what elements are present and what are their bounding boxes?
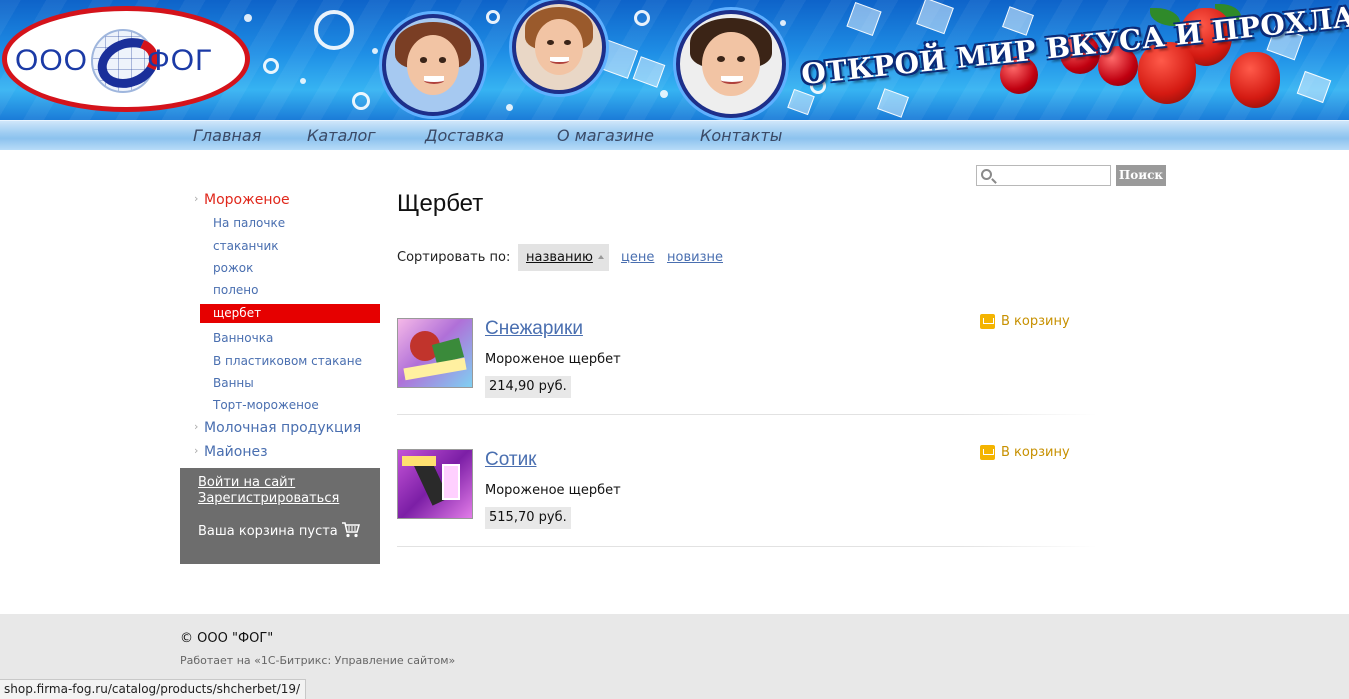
sidebar-sub-tubs[interactable]: Ванны xyxy=(213,376,254,390)
cart-icon[interactable] xyxy=(342,522,360,538)
nav-about[interactable]: О магазине xyxy=(557,126,654,145)
cart-status: Ваша корзина пуста xyxy=(198,524,338,539)
sort-ascending-icon xyxy=(598,255,604,259)
strawberry-decoration xyxy=(1230,52,1280,108)
browser-status-bar: shop.firma-fog.ru/catalog/products/shche… xyxy=(0,679,307,699)
product-name-link[interactable]: Сотик xyxy=(485,449,537,471)
sidebar-sub-plastic-cup[interactable]: В пластиковом стакане xyxy=(213,354,362,368)
sidebar-category-label: Майонез xyxy=(204,444,268,460)
sort-option-label: названию xyxy=(526,250,593,265)
register-link[interactable]: Зарегистрироваться xyxy=(198,491,339,506)
company-logo[interactable]: ООО ФОГ xyxy=(2,6,250,112)
bubble-decoration xyxy=(314,10,354,50)
powered-by-text: Работает на «1С-Битрикс: Управление сайт… xyxy=(180,654,456,667)
add-to-basket-label: В корзину xyxy=(1001,445,1070,460)
sidebar-category-ice-cream[interactable]: › Мороженое xyxy=(194,192,290,208)
page-title: Щербет xyxy=(397,190,484,217)
arrow-icon: › xyxy=(194,444,199,457)
bubble-decoration xyxy=(263,58,279,74)
arrow-icon: › xyxy=(194,192,199,205)
search-button[interactable]: Поиск xyxy=(1116,165,1166,186)
nav-contacts[interactable]: Контакты xyxy=(700,126,782,145)
sort-by-name[interactable]: названию xyxy=(518,244,609,271)
bubble-dot xyxy=(300,78,306,84)
product-name-link[interactable]: Снежарики xyxy=(485,318,583,340)
product-description: Мороженое щербет xyxy=(485,483,621,498)
bubble-decoration xyxy=(486,10,500,24)
search-input[interactable] xyxy=(976,165,1111,186)
product-image[interactable] xyxy=(397,318,473,388)
sort-label: Сортировать по: xyxy=(397,250,511,265)
banner-photo-girl xyxy=(382,14,484,116)
add-to-basket-label: В корзину xyxy=(1001,314,1070,329)
arrow-icon: › xyxy=(194,420,199,433)
sidebar-sub-cone[interactable]: рожок xyxy=(213,261,253,275)
bubble-dot xyxy=(660,90,668,98)
logo-text-left: ООО xyxy=(15,44,89,77)
product-card: Сотик Мороженое щербет 515,70 руб. В кор… xyxy=(397,445,1097,569)
sidebar-category-mayonnaise[interactable]: › Майонез xyxy=(194,444,268,460)
banner-photo-boy xyxy=(512,0,606,94)
sidebar-category-dairy[interactable]: › Молочная продукция xyxy=(194,420,362,436)
nav-delivery[interactable]: Доставка xyxy=(425,126,504,145)
nav-catalog[interactable]: Каталог xyxy=(307,126,376,145)
product-price: 214,90 руб. xyxy=(485,376,571,398)
product-image[interactable] xyxy=(397,449,473,519)
sort-by-newness[interactable]: новизне xyxy=(667,250,723,265)
basket-icon xyxy=(980,445,995,460)
bubble-dot xyxy=(372,48,378,54)
bubble-decoration xyxy=(352,92,370,110)
bubble-dot xyxy=(780,20,786,26)
sidebar-category-label: Мороженое xyxy=(204,192,290,208)
product-description: Мороженое щербет xyxy=(485,352,621,367)
auth-panel: Войти на сайт Зарегистрироваться Ваша ко… xyxy=(180,468,380,564)
sidebar-category-label: Молочная продукция xyxy=(204,420,362,436)
header-banner: ООО ФОГ ОТКРОЙ МИР ВКУСА И ПРОХЛАДЫ xyxy=(0,0,1349,120)
product-divider xyxy=(397,414,1097,415)
bubble-dot xyxy=(506,104,513,111)
sidebar-sub-cup[interactable]: стаканчик xyxy=(213,239,279,253)
product-card: Снежарики Мороженое щербет 214,90 руб. В… xyxy=(397,314,1097,438)
basket-icon xyxy=(980,314,995,329)
product-divider xyxy=(397,546,1097,547)
logo-text-right: ФОГ xyxy=(147,44,213,77)
login-link[interactable]: Войти на сайт xyxy=(198,475,295,490)
banner-photo-girl-2 xyxy=(676,10,786,118)
sidebar-sub-log[interactable]: полено xyxy=(213,283,258,297)
sidebar-sub-label: щербет xyxy=(213,306,262,320)
sort-by-price[interactable]: цене xyxy=(621,250,654,265)
main-navigation: Главная Каталог Доставка О магазине Конт… xyxy=(0,120,1349,150)
sidebar-sub-cake[interactable]: Торт-мороженое xyxy=(213,398,319,412)
sidebar-sub-sherbet[interactable]: щербет xyxy=(200,304,380,323)
sidebar-sub-stick[interactable]: На палочке xyxy=(213,216,285,230)
nav-home[interactable]: Главная xyxy=(193,126,261,145)
product-price: 515,70 руб. xyxy=(485,507,571,529)
copyright-text: © ООО "ФОГ" xyxy=(180,631,274,646)
search-icon xyxy=(981,169,992,180)
sidebar-sub-tub[interactable]: Ванночка xyxy=(213,331,273,345)
bubble-decoration xyxy=(634,10,650,26)
bubble-dot xyxy=(244,14,252,22)
